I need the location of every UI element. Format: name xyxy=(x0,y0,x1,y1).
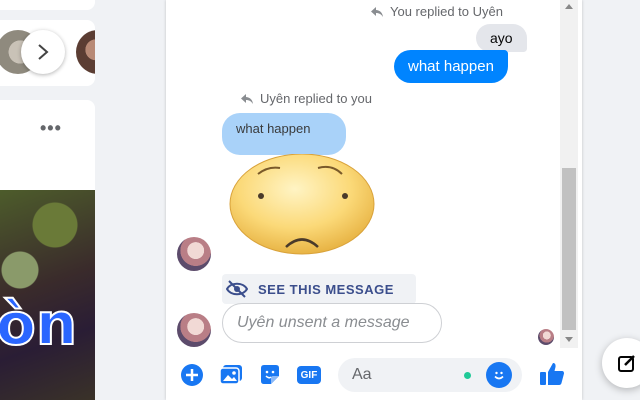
quoted-own-message[interactable]: ayo xyxy=(476,24,527,52)
reply-meta-text: You replied to Uyên xyxy=(390,4,503,19)
post-more-options-icon[interactable]: ••• xyxy=(40,118,62,139)
plus-circle-icon xyxy=(181,364,203,386)
contact-avatar[interactable] xyxy=(177,237,211,271)
sticker-icon xyxy=(261,365,279,384)
gif-button[interactable]: GIF xyxy=(296,362,322,388)
see-this-message-label: SEE THIS MESSAGE xyxy=(258,281,394,297)
thumbs-up-icon xyxy=(540,363,564,385)
scroll-down-arrow-icon[interactable] xyxy=(562,334,576,346)
add-attachment-button[interactable] xyxy=(179,362,205,388)
eye-hidden-icon xyxy=(226,280,248,298)
photo-icon xyxy=(219,365,242,385)
chat-window: You replied to Uyên ayo what happen Uyên… xyxy=(166,0,582,400)
post-image-text: òn xyxy=(0,289,78,359)
smiley-icon xyxy=(494,371,504,380)
sent-message-bubble[interactable]: what happen xyxy=(394,50,508,83)
post-image[interactable]: òn xyxy=(0,190,95,400)
quoted-incoming-message[interactable]: what happen xyxy=(222,113,346,155)
chevron-right-icon xyxy=(38,44,49,60)
read-receipt-avatar xyxy=(538,329,554,345)
emoji-button[interactable] xyxy=(486,362,512,388)
reply-meta-outgoing: You replied to Uyên xyxy=(370,4,503,19)
contact-avatar[interactable] xyxy=(177,313,211,347)
see-this-message-button[interactable]: SEE THIS MESSAGE xyxy=(222,274,416,304)
reply-meta-incoming: Uyên replied to you xyxy=(240,91,372,106)
scroll-up-arrow-icon[interactable] xyxy=(562,0,576,12)
active-status-dot xyxy=(464,372,471,379)
like-button[interactable] xyxy=(538,360,566,388)
stories-card xyxy=(0,20,95,86)
gif-label: GIF xyxy=(300,369,318,381)
story-avatar[interactable] xyxy=(76,30,95,74)
reply-icon xyxy=(241,93,253,104)
feed-card-top xyxy=(0,0,95,10)
message-input-box[interactable] xyxy=(338,358,522,392)
scrollbar-thumb[interactable] xyxy=(562,168,576,330)
message-input[interactable] xyxy=(350,365,454,385)
sticker-button[interactable] xyxy=(257,362,283,388)
worried-face-sticker[interactable] xyxy=(228,154,376,256)
reply-icon xyxy=(371,6,383,17)
photo-button[interactable] xyxy=(218,362,244,388)
reply-meta-text: Uyên replied to you xyxy=(260,91,373,106)
unsent-message-notice: Uyên unsent a message xyxy=(222,303,442,343)
new-message-button[interactable] xyxy=(602,338,640,388)
stories-next-button[interactable] xyxy=(21,30,65,74)
message-composer: GIF xyxy=(166,352,582,400)
compose-icon xyxy=(618,355,635,372)
